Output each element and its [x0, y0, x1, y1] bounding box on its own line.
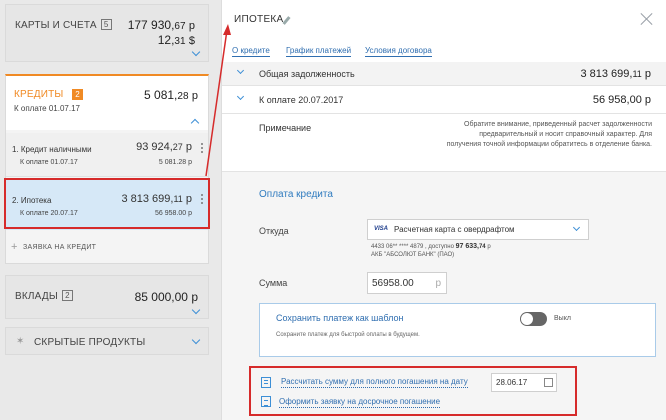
more-options-icon[interactable]: [201, 143, 204, 155]
document-icon: [261, 396, 271, 407]
deposits-count-badge: 2: [61, 290, 73, 301]
card-select-value: Расчетная карта с овердрафтом: [394, 225, 515, 234]
hidden-eye-icon: ✶: [16, 336, 25, 347]
hidden-products-title: СКРЫТЫЕ ПРОДУКТЫ: [34, 337, 146, 348]
chevron-down-icon[interactable]: [236, 66, 245, 75]
accounts-amount-rub: 177 930,67 р: [127, 18, 195, 32]
toggle-knob: [521, 313, 533, 325]
deposits-title: ВКЛАДЫ: [15, 291, 58, 302]
bank-info: АКБ "АБСОЛЮТ БАНК" (ПАО): [371, 252, 455, 258]
tab-schedule[interactable]: График платежей: [286, 46, 352, 57]
card-info: 4433 06** **** 4879 , доступно 97 633,74…: [371, 243, 491, 250]
credits-card: КРЕДИТЫ 2 5 081,28 р К оплате 01.07.17 1…: [5, 74, 209, 264]
credits-header[interactable]: КРЕДИТЫ 2 5 081,28 р К оплате 01.07.17: [6, 76, 208, 130]
credit-item-name: 1. Кредит наличными: [12, 145, 92, 154]
calc-full-repayment-link[interactable]: Рассчитать сумму для полного погашения н…: [281, 377, 468, 388]
save-template-box: Сохранить платеж как шаблон Сохраните пл…: [259, 303, 656, 357]
card-select[interactable]: VISA Расчетная карта с овердрафтом: [367, 219, 589, 240]
credits-due-label: К оплате 01.07.17: [14, 104, 80, 113]
visa-icon: VISA: [374, 226, 389, 232]
date-input[interactable]: 28.06.17: [491, 373, 557, 392]
from-label: Откуда: [259, 226, 289, 236]
credit-request-label: ЗАЯВКА НА КРЕДИТ: [23, 244, 97, 251]
credits-count-badge: 2: [72, 89, 83, 100]
deposits-card[interactable]: ВКЛАДЫ 2 85 000,00 р: [5, 275, 209, 319]
early-repayment-link[interactable]: Оформить заявку на досрочное погашение: [279, 397, 441, 408]
accounts-title: КАРТЫ И СЧЕТА: [15, 20, 97, 31]
close-icon[interactable]: [640, 12, 654, 26]
tab-about[interactable]: О кредите: [232, 46, 270, 57]
chevron-down-icon[interactable]: [236, 92, 245, 101]
chevron-up-icon[interactable]: [190, 118, 200, 128]
highlight-frame-mortgage: [4, 178, 210, 229]
due-value: 56 958,00 р: [592, 94, 651, 106]
accounts-count-badge: 5: [100, 19, 112, 30]
credit-item-due-amount: 5 081.28 р: [158, 159, 192, 166]
save-template-title: Сохранить платеж как шаблон: [276, 313, 404, 323]
credit-item-cash[interactable]: 1. Кредит наличными 93 924,27 р К оплате…: [6, 133, 208, 177]
accounts-card[interactable]: КАРТЫ И СЧЕТА 5 177 930,67 р 12,31 $: [5, 4, 209, 62]
chevron-down-icon[interactable]: [191, 305, 201, 315]
chevron-down-icon[interactable]: [191, 47, 201, 57]
chevron-down-icon: [572, 223, 581, 232]
row-total-debt[interactable]: Общая задолженность 3 813 699,11 р: [222, 62, 666, 86]
save-template-toggle[interactable]: [520, 312, 547, 326]
credit-item-due-label: К оплате 01.07.17: [20, 159, 78, 166]
calendar-icon[interactable]: [544, 378, 553, 387]
sum-input[interactable]: 56958.00 р: [367, 272, 447, 294]
tab-terms[interactable]: Условия договора: [365, 46, 432, 57]
note-label: Примечание: [259, 123, 312, 133]
credit-request-link[interactable]: + ЗАЯВКА НА КРЕДИТ: [6, 236, 208, 262]
calculator-icon: [261, 377, 271, 388]
mortgage-detail-panel: ИПОТЕКА О кредите График платежей Услови…: [221, 0, 666, 420]
total-debt-label: Общая задолженность: [259, 69, 355, 79]
credits-title: КРЕДИТЫ: [14, 89, 64, 100]
panel-title: ИПОТЕКА: [234, 14, 284, 25]
row-due[interactable]: К оплате 20.07.2017 56 958,00 р: [222, 86, 666, 114]
hidden-products-card[interactable]: ✶ СКРЫТЫЕ ПРОДУКТЫ: [5, 327, 209, 355]
credits-amount: 5 081,28 р: [144, 88, 198, 102]
plus-icon: +: [11, 241, 18, 253]
payment-title: Оплата кредита: [259, 189, 333, 200]
chevron-down-icon[interactable]: [191, 335, 201, 345]
save-template-desc: Сохраните платеж для быстрой оплаты в бу…: [276, 332, 420, 338]
due-label: К оплате 20.07.2017: [259, 95, 344, 105]
sum-label: Сумма: [259, 278, 288, 288]
toggle-label: Выкл: [554, 315, 571, 322]
note-text: Обратите внимание, приведенный расчет за…: [446, 121, 652, 148]
credit-item-balance: 93 924,27 р: [136, 141, 192, 153]
app-root: КАРТЫ И СЧЕТА 5 177 930,67 р 12,31 $ КРЕД…: [0, 0, 666, 420]
total-debt-value: 3 813 699,11 р: [580, 68, 651, 80]
accounts-amount-usd: 12,31 $: [157, 33, 195, 47]
deposits-amount: 85 000,00 р: [134, 290, 198, 304]
